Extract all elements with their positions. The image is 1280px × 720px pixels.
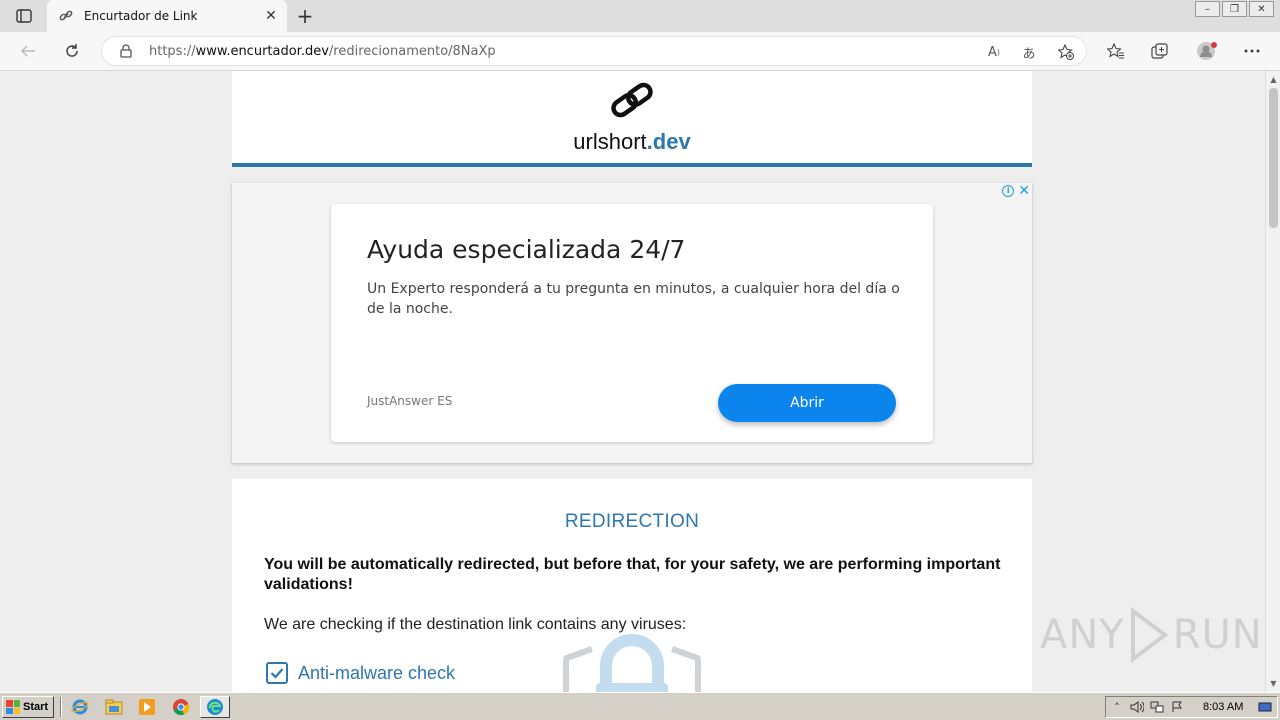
favorites-icon[interactable] <box>1104 40 1128 62</box>
start-label: Start <box>23 701 49 713</box>
action-center-flag-icon[interactable] <box>1170 700 1184 714</box>
restore-button[interactable]: ❐ <box>1222 1 1247 17</box>
link-icon <box>59 9 75 23</box>
ad-controls: i ✕ <box>1002 184 1030 198</box>
tab-close-icon[interactable]: ✕ <box>263 8 279 24</box>
windows-logo-icon <box>6 700 20 714</box>
system-tray: ˄ 8:03 AM <box>1105 696 1278 718</box>
logo-name: urlshort <box>573 129 647 154</box>
chrome-icon[interactable] <box>171 698 191 716</box>
edge-icon[interactable] <box>200 696 230 718</box>
read-aloud-icon[interactable]: A) <box>984 42 1004 62</box>
redirection-title: REDIRECTION <box>564 511 700 532</box>
ad-description: Un Experto responderá a tu pregunta en m… <box>367 281 900 317</box>
page-viewport: urlshort.dev i ✕ Ayuda especializada 24/… <box>0 71 1265 692</box>
url-path: /redirecionamento/8NaXp <box>328 44 496 59</box>
check-item-anti-malware: Anti-malware check <box>266 661 455 685</box>
back-icon[interactable] <box>16 40 40 62</box>
site-header: urlshort.dev <box>232 71 1032 167</box>
scroll-down-icon[interactable]: ▼ <box>1269 679 1278 688</box>
ad-title[interactable]: Ayuda especializada 24/7 <box>367 235 685 264</box>
url-host: www.encurtador.dev <box>195 44 329 59</box>
show-desktop-icon[interactable] <box>1258 700 1272 714</box>
tab-strip: Encurtador de Link ✕ + – ❐ ✕ <box>0 0 1280 32</box>
tray-expand-icon[interactable]: ˄ <box>1110 700 1124 714</box>
chain-link-icon <box>608 81 656 119</box>
ie-icon[interactable] <box>70 698 90 716</box>
scroll-thumb[interactable] <box>1269 88 1278 228</box>
minimize-button[interactable]: – <box>1195 1 1220 17</box>
ad-card[interactable]: Ayuda especializada 24/7 Un Experto resp… <box>331 204 933 442</box>
tab-active[interactable]: Encurtador de Link ✕ <box>47 0 287 32</box>
ad-advertiser[interactable]: JustAnswer ES <box>367 394 452 408</box>
checkbox-checked-icon <box>266 662 288 684</box>
close-window-button[interactable]: ✕ <box>1249 1 1274 17</box>
redirection-warning: You will be automatically redirected, bu… <box>264 556 1001 593</box>
address-bar[interactable]: https://www.encurtador.dev/redirecioname… <box>101 36 1087 66</box>
clock[interactable]: 8:03 AM <box>1203 701 1243 713</box>
site-logo[interactable]: urlshort.dev <box>232 129 1032 155</box>
refresh-icon[interactable] <box>60 40 84 62</box>
anyrun-watermark: ANY RUN <box>1040 607 1263 663</box>
page-scrollbar[interactable]: ▲ ▼ <box>1265 71 1280 692</box>
media-player-icon[interactable] <box>137 698 157 716</box>
ad-info-icon[interactable]: i <box>1002 185 1015 197</box>
start-button[interactable]: Start <box>2 696 54 718</box>
browser-toolbar: https://www.encurtador.dev/redirecioname… <box>0 32 1280 71</box>
logo-tld: .dev <box>646 129 691 154</box>
explorer-icon[interactable] <box>104 698 124 716</box>
volume-icon[interactable] <box>1130 700 1144 714</box>
ad-close-icon[interactable]: ✕ <box>1018 184 1030 198</box>
url-scheme: https:// <box>149 44 196 59</box>
translate-icon[interactable]: あ <box>1019 42 1039 62</box>
check-label: Anti-malware check <box>298 662 456 683</box>
play-icon <box>1130 607 1169 663</box>
new-tab-button[interactable]: + <box>294 6 316 26</box>
watermark-text-left: ANY <box>1040 612 1125 658</box>
network-icon[interactable] <box>1150 700 1164 714</box>
more-icon[interactable] <box>1240 40 1264 62</box>
lock-icon[interactable] <box>119 44 133 58</box>
taskbar-separator <box>60 697 62 717</box>
window-controls: – ❐ ✕ <box>1193 0 1274 18</box>
profile-icon[interactable] <box>1195 40 1219 62</box>
tab-title: Encurtador de Link <box>84 9 198 23</box>
scroll-up-icon[interactable]: ▲ <box>1269 75 1278 84</box>
taskbar: Start ˄ 8:03 AM <box>0 692 1280 720</box>
url-text[interactable]: https://www.encurtador.dev/redirecioname… <box>149 44 496 59</box>
add-favorite-icon[interactable] <box>1056 42 1076 62</box>
tab-actions-icon[interactable] <box>10 6 38 26</box>
collections-icon[interactable] <box>1148 40 1172 62</box>
watermark-text-right: RUN <box>1172 612 1263 658</box>
redirection-card: REDIRECTION You will be automatically re… <box>232 479 1032 692</box>
ad-frame: i ✕ Ayuda especializada 24/7 Un Experto … <box>232 183 1032 463</box>
shield-lock-icon <box>562 631 702 692</box>
ad-open-button[interactable]: Abrir <box>718 384 896 422</box>
